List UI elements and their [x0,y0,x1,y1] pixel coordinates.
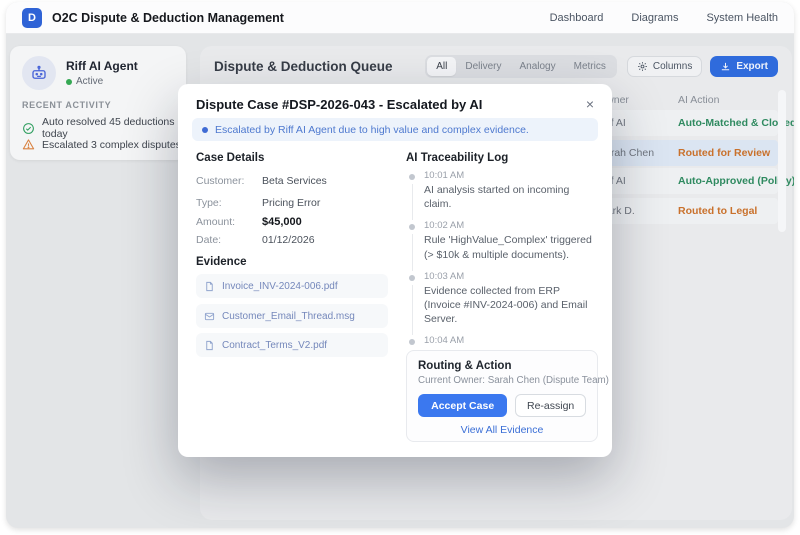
case-details-heading: Case Details [196,152,388,164]
log-text: Evidence collected from ERP (Invoice #IN… [424,284,598,327]
email-icon [204,311,215,322]
filter-metrics[interactable]: Metrics [565,57,615,76]
field-amount: Amount: $45,000 [196,216,388,228]
log-entry: 10:02 AM Rule 'HighValue_Complex' trigge… [406,220,598,261]
columns-button-label: Columns [653,61,692,72]
status-dot-icon [66,79,72,85]
warning-triangle-icon [22,138,35,151]
log-entry: 10:03 AM Evidence collected from ERP (In… [406,271,598,327]
dispute-case-modal: Dispute Case #DSP-2026-043 - Escalated b… [178,84,612,457]
log-entry: 10:01 AM AI analysis started on incoming… [406,170,598,211]
export-button[interactable]: Export [710,56,778,77]
evidence-file-contract[interactable]: Contract_Terms_V2.pdf [196,333,388,357]
field-value: 01/12/2026 [262,234,315,246]
filter-analogy[interactable]: Analogy [510,57,564,76]
evidence-file-invoice[interactable]: Invoice_INV-2024-006.pdf [196,274,388,298]
file-icon [204,281,215,292]
table-scrollbar[interactable] [778,90,786,232]
activity-item: Escalated 3 complex disputes [22,138,181,151]
app-logo-icon: D [22,8,42,28]
reassign-button[interactable]: Re-assign [515,394,586,417]
export-button-label: Export [736,61,768,72]
row-ai-action: Auto-Approved (Policy) [678,175,794,187]
field-customer: Customer: Beta Services [196,175,388,187]
app-window: D O2C Dispute & Deduction Management Das… [6,2,794,528]
nav-system-health[interactable]: System Health [706,12,778,24]
log-time: 10:04 AM [424,335,598,346]
field-date: Date: 01/12/2026 [196,234,388,246]
gear-icon [637,61,648,72]
row-ai-action: Routed to Legal [678,205,757,217]
evidence-file-email[interactable]: Customer_Email_Thread.msg [196,304,388,328]
activity-text: Escalated 3 complex disputes [42,139,181,151]
robot-avatar-icon [22,56,56,90]
filter-delivery[interactable]: Delivery [456,57,510,76]
routing-heading: Routing & Action [418,360,586,372]
routing-action-card: Routing & Action Current Owner: Sarah Ch… [406,350,598,442]
download-icon [720,61,731,72]
evidence-file-name: Customer_Email_Thread.msg [222,311,355,322]
agent-status-label: Active [76,76,103,87]
queue-title: Dispute & Deduction Queue [214,59,393,74]
log-text: AI analysis started on incoming claim. [424,183,598,211]
field-type: Type: Pricing Error [196,197,388,209]
evidence-file-name: Invoice_INV-2024-006.pdf [222,281,338,292]
nav-dashboard[interactable]: Dashboard [550,12,604,24]
top-bar: D O2C Dispute & Deduction Management Das… [6,2,794,34]
field-label: Date: [196,234,262,246]
evidence-heading: Evidence [196,256,247,268]
filter-all[interactable]: All [427,57,456,76]
escalation-banner-text: Escalated by Riff AI Agent due to high v… [215,124,529,136]
queue-header: Dispute & Deduction Queue All Delivery A… [200,46,792,86]
field-value: Pricing Error [262,197,320,209]
row-ai-action: Auto-Matched & Closed [678,117,794,129]
field-value: Beta Services [262,175,327,187]
escalation-banner: Escalated by Riff AI Agent due to high v… [192,118,598,141]
filter-segmented-control: All Delivery Analogy Metrics [425,55,617,78]
column-header-ai-action[interactable]: AI Action [678,94,719,106]
activity-text: Auto resolved 45 deductions today [42,116,186,140]
current-owner-text: Current Owner: Sarah Chen (Dispute Team) [418,375,586,386]
log-time: 10:01 AM [424,170,598,181]
accept-case-button[interactable]: Accept Case [418,394,507,417]
field-label: Type: [196,197,262,209]
agent-status: Active [66,76,103,87]
row-ai-action: Routed for Review [678,147,770,159]
info-dot-icon [202,127,208,133]
trace-log-heading: AI Traceability Log [406,152,598,164]
nav-diagrams[interactable]: Diagrams [631,12,678,24]
log-time: 10:02 AM [424,220,598,231]
agent-sidebar-card: Riff AI Agent Active RECENT ACTIVITY Aut… [10,46,186,160]
activity-item: Auto resolved 45 deductions today [22,116,186,140]
top-nav: Dashboard Diagrams System Health [550,12,778,24]
file-icon [204,340,215,351]
modal-title: Dispute Case #DSP-2026-043 - Escalated b… [196,97,482,112]
recent-activity-heading: RECENT ACTIVITY [22,100,111,110]
view-all-evidence-link[interactable]: View All Evidence [418,424,586,436]
trace-log-section: AI Traceability Log 10:01 AM AI analysis… [406,152,598,164]
field-value: $45,000 [262,216,302,228]
field-label: Amount: [196,216,262,228]
case-details-section: Case Details Customer: Beta Services Typ… [196,152,388,164]
columns-button[interactable]: Columns [627,56,702,77]
evidence-file-name: Contract_Terms_V2.pdf [222,340,327,351]
app-title: O2C Dispute & Deduction Management [52,11,284,25]
log-time: 10:03 AM [424,271,598,282]
agent-name: Riff AI Agent [66,59,138,73]
field-label: Customer: [196,175,262,187]
check-circle-icon [22,122,35,135]
close-icon[interactable]: × [582,94,598,114]
log-text: Rule 'HighValue_Complex' triggered (> $1… [424,233,598,261]
